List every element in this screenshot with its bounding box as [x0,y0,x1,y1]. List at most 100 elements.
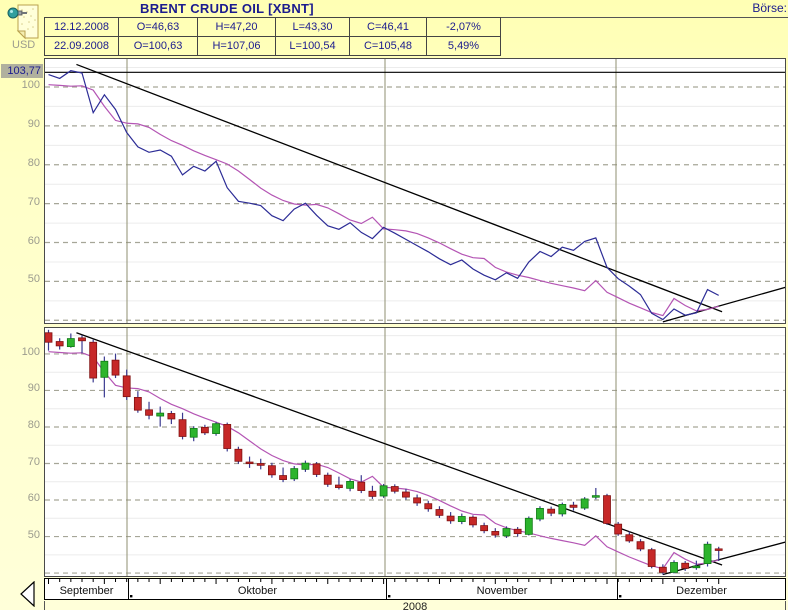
month-label-oktober: Oktober [128,579,386,599]
candle-body [245,461,254,465]
candle-body [45,332,53,343]
candle-down [614,521,623,536]
candle-body [301,462,310,470]
candle-body [692,565,701,569]
candle-down [469,515,477,528]
bar-change-pct: -2,07% [426,17,501,37]
candle-body [234,448,243,462]
ascending-support-trendline [662,286,785,323]
candle-body [357,481,366,491]
x-axis-month-strip: September Oktober November Dezember [44,578,786,600]
candle-down [390,484,399,494]
candle-down [547,506,556,517]
candle-body [178,419,187,437]
candle-down [323,472,332,487]
candle-down [603,493,611,525]
candle-up [457,513,466,525]
candle-down [357,475,366,494]
y-axis-tick-label: 50 [27,273,40,286]
table-row: 12.12.2008 O=46,63 H=47,20 L=43,30 C=46,… [44,17,501,37]
descending-resistance-trendline [76,63,723,313]
candle-down [89,339,98,383]
candle-body [524,517,533,535]
candle-body [681,562,690,569]
candle-body [78,337,86,342]
candle-body [379,485,388,497]
y-axis-tick-label: 80 [27,418,40,431]
candle-up [670,560,678,574]
candlestick-chart-panel[interactable] [44,327,786,577]
candle-down [145,401,153,420]
ohlc-info-table: 12.12.2008 O=46,63 H=47,20 L=43,30 C=46,… [44,17,501,56]
note-pin-icon[interactable] [7,2,41,44]
month-label-november: November [386,579,617,599]
candle-body [133,396,142,411]
candle-up [100,356,109,398]
candle-down [256,458,265,470]
line-chart-panel[interactable] [44,58,786,324]
candle-body [502,528,511,537]
top-chart-svg[interactable] [45,59,785,323]
bar-date: 12.12.2008 [44,17,119,37]
candle-body [223,424,232,449]
bar-date: 22.09.2008 [44,36,119,56]
candle-down [647,547,656,569]
candle-down [513,527,522,537]
close-price-line [48,70,719,321]
candle-down [133,391,142,413]
scroll-left-arrow[interactable] [19,581,37,607]
candle-up [558,502,567,517]
candle-body [346,481,354,489]
candle-body [122,375,131,398]
candle-down [167,410,176,425]
candle-body [480,525,489,532]
candle-body [536,508,544,520]
candle-down [223,422,232,452]
y-axis-tick-label: 90 [27,382,40,395]
y-axis-tick-label: 50 [27,528,40,541]
candle-down [111,353,120,379]
candle-down [45,329,53,351]
candle-body [603,495,611,524]
candle-up [290,466,299,482]
moving-average-line [48,84,719,317]
candle-down [78,335,86,354]
bar-open: O=46,63 [118,17,198,37]
candle-body [111,359,120,376]
candle-up [189,426,198,442]
candle-down [122,369,131,400]
candle-body [335,484,343,489]
candle-body [312,463,321,475]
y-axis-tick-label: 90 [27,117,40,130]
candle-up [379,483,388,498]
candle-down [413,494,422,506]
candle-up [301,460,310,472]
candle-up [212,421,220,436]
charting-app-window: { "window": { "title": "BRENT CRUDE OIL … [0,0,788,610]
candle-body [670,562,678,573]
candle-body [290,468,299,480]
candle-down [279,467,287,483]
candle-body [547,508,556,514]
candle-up [156,406,165,427]
candle-up [703,541,712,567]
candle-down [267,462,276,478]
bottom-chart-svg[interactable] [45,328,785,576]
candle-body [513,528,522,535]
candle-body [167,413,176,420]
candle-down [335,476,343,490]
candle-up [346,479,354,492]
y-axis-tick-label: 60 [27,492,40,505]
y-axis-tick-label: 80 [27,156,40,169]
candle-up [580,497,589,510]
candle-down [569,501,578,511]
candle-body [424,503,433,510]
moving-average-line [48,351,719,570]
candle-body [435,509,444,516]
candle-body [66,338,75,348]
candle-body [658,566,667,573]
candle-down [178,412,187,440]
currency-label: USD [12,39,36,51]
candle-body [279,475,287,480]
candle-body [323,474,332,485]
